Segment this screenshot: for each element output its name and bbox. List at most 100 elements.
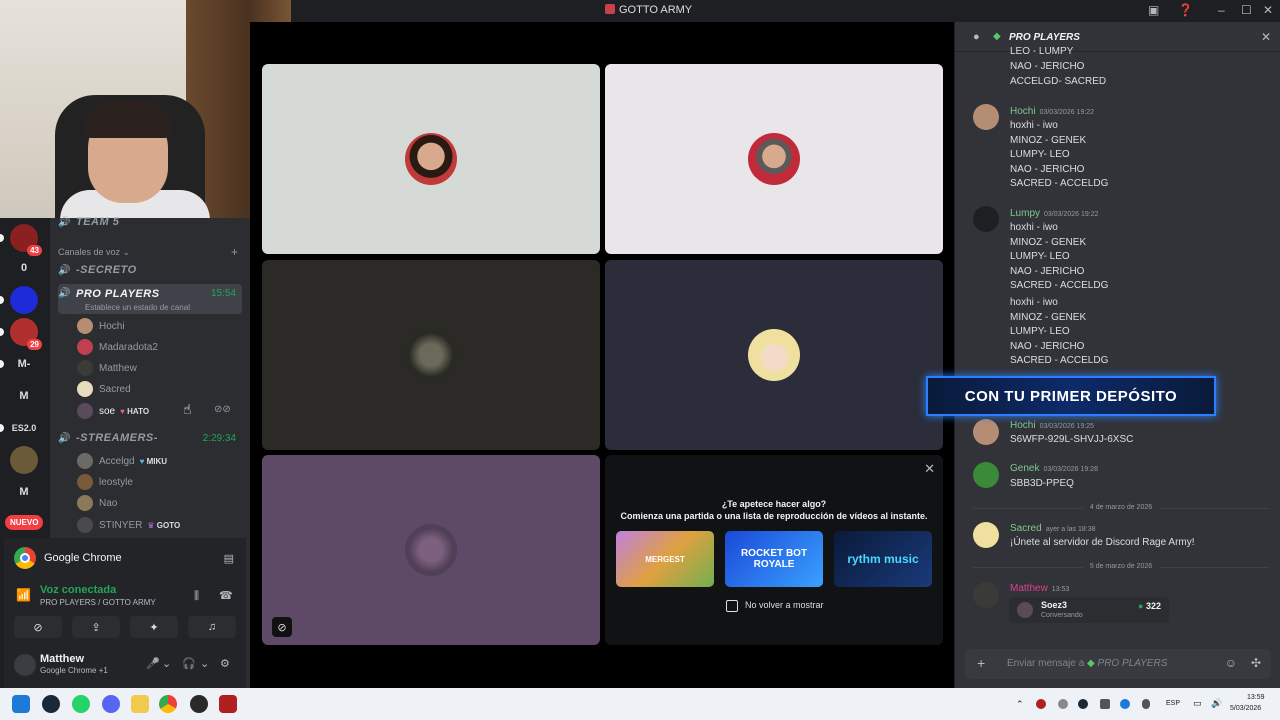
microphone-tray-icon[interactable] [1142, 699, 1150, 709]
voice-member[interactable]: Madaradota2 [77, 337, 158, 357]
inbox-icon[interactable]: ▣ [1148, 3, 1159, 17]
activity-card-rythm[interactable]: rythm music [834, 531, 932, 587]
voice-member[interactable]: Hochi [77, 316, 125, 336]
help-icon[interactable]: ❓ [1178, 3, 1193, 17]
avatar[interactable] [973, 419, 999, 445]
tray-icon[interactable] [1100, 699, 1110, 709]
participant-tile[interactable]: ⊘ [262, 455, 600, 645]
chrome-icon[interactable] [159, 695, 177, 713]
participant-tile[interactable] [605, 64, 943, 254]
server-icon-4[interactable]: 29 [10, 318, 42, 350]
clock-date[interactable]: 5/03/2026 [1230, 705, 1261, 712]
channel-pro-players[interactable]: 🔊 PRO PLAYERS 15:54 Establece un estado … [58, 284, 242, 314]
voice-location[interactable]: PRO PLAYERS / GOTTO ARMY [40, 598, 156, 607]
voice-member[interactable]: Accelgd ♥ MIKU [77, 451, 167, 471]
file-explorer-icon[interactable] [131, 695, 149, 713]
headphones-icon[interactable]: 🎧 [182, 657, 196, 670]
avatar[interactable] [973, 462, 999, 488]
server-icon-7[interactable]: ES2.0 [10, 414, 38, 442]
avatar[interactable] [973, 104, 999, 130]
tray-icon[interactable] [1036, 699, 1046, 709]
apps-icon[interactable]: ✣ [1251, 656, 1261, 670]
gear-icon[interactable]: ⚙ [220, 657, 230, 670]
add-attachment-icon[interactable]: + [977, 655, 985, 671]
obs-icon[interactable] [190, 695, 208, 713]
microphone-icon[interactable]: 🎤 [146, 657, 160, 670]
add-channel-icon[interactable]: + [231, 245, 238, 259]
minimize-icon[interactable]: – [1218, 3, 1225, 17]
voice-member[interactable]: STINYER ♛ GOTO [77, 515, 180, 535]
voice-status[interactable]: Voz conectada [40, 584, 116, 596]
volume-icon[interactable]: 🔊 [1211, 698, 1222, 709]
server-icon-2[interactable]: 0 [10, 254, 38, 282]
message-input[interactable]: + Enviar mensaje a ◆ PRO PLAYERS ☺ ✣ [965, 649, 1271, 679]
stream-source-bar[interactable]: Google Chrome ▤ [4, 538, 246, 578]
channel-status-hint[interactable]: Establece un estado de canal [85, 303, 190, 312]
message-author[interactable]: Matthew 13:53 [1010, 583, 1069, 594]
monitor-icon[interactable]: ▭ [1193, 698, 1202, 709]
activity-card-mergest[interactable]: MERGEST [616, 531, 714, 587]
signal-icon[interactable]: 📶 [16, 588, 31, 602]
screen-share-icon[interactable]: ▤ [224, 552, 234, 565]
voice-member[interactable]: Sacred [77, 379, 131, 399]
participant-tile[interactable] [262, 260, 600, 450]
avatar[interactable] [14, 654, 36, 676]
threads-icon[interactable]: ● [973, 31, 980, 43]
close-icon[interactable]: ✕ [1261, 30, 1271, 44]
server-icon-3[interactable] [10, 286, 38, 314]
share-screen-button[interactable]: ⇪ [72, 616, 120, 638]
camera-off-icon[interactable]: ⊘ [272, 617, 292, 637]
dota-icon[interactable] [219, 695, 237, 713]
camera-off-button[interactable]: ⊘ [14, 616, 62, 638]
voice-section-label[interactable]: Canales de voz ⌄ [58, 247, 130, 258]
avatar [77, 403, 93, 419]
voice-member[interactable]: soe ♥ HATO [77, 401, 149, 421]
server-icon-6[interactable]: M [10, 382, 38, 410]
channel-streamers[interactable]: 🔊 -STREAMERS- 2:29:34 [58, 428, 242, 448]
language-indicator[interactable]: ESP [1166, 700, 1180, 707]
clock-time[interactable]: 13:59 [1247, 694, 1265, 701]
voice-member[interactable]: Nao [77, 493, 117, 513]
participant-tile[interactable] [605, 260, 943, 450]
invite-card[interactable]: Soez3 Conversando ● 322 [1009, 597, 1169, 623]
dont-show-label[interactable]: No volver a mostrar [745, 600, 824, 610]
whatsapp-icon[interactable] [72, 695, 90, 713]
tray-icon[interactable] [1058, 699, 1068, 709]
message-author[interactable]: Lumpy 03/03/2026 19:22 [1010, 208, 1099, 219]
close-window-icon[interactable]: ✕ [1263, 3, 1273, 17]
soundboard-button[interactable]: ♫ [188, 616, 236, 638]
steam-icon[interactable] [42, 695, 60, 713]
emoji-icon[interactable]: ☺ [1225, 656, 1237, 670]
bluetooth-icon[interactable] [1120, 699, 1130, 709]
chevron-down-icon[interactable]: ⌄ [162, 657, 171, 670]
disconnect-icon[interactable]: ☎ [219, 589, 233, 602]
server-icon-1[interactable]: 43 [10, 224, 42, 256]
tray-icon[interactable] [1078, 699, 1088, 709]
channel-team5[interactable]: 🔊 TEAM 5 [58, 212, 242, 232]
voice-member[interactable]: Matthew [77, 358, 137, 378]
noise-suppression-icon[interactable]: ⫼ [194, 590, 199, 603]
activities-button[interactable]: ✦ [130, 616, 178, 638]
windows-start-icon[interactable] [12, 695, 30, 713]
server-icon-5[interactable]: M- [10, 350, 38, 378]
avatar[interactable] [973, 582, 999, 608]
chevron-down-icon[interactable]: ⌄ [200, 657, 209, 670]
message-author[interactable]: Genek 03/03/2026 19:28 [1010, 463, 1098, 474]
message-author[interactable]: Sacred ayer a las 18:38 [1010, 523, 1096, 534]
dont-show-checkbox[interactable] [726, 600, 738, 612]
avatar[interactable] [973, 206, 999, 232]
voice-member[interactable]: leostyle [77, 472, 133, 492]
close-icon[interactable]: ✕ [924, 461, 935, 477]
participant-tile[interactable] [262, 64, 600, 254]
server-icon-8[interactable] [10, 446, 38, 474]
user-name[interactable]: Matthew [40, 653, 84, 665]
activity-card-rocket-bot-royale[interactable]: ROCKET BOT ROYALE [725, 531, 823, 587]
chevron-up-icon[interactable]: ⌃ [1016, 699, 1024, 710]
server-icon-9[interactable]: M [10, 478, 38, 506]
avatar[interactable] [973, 522, 999, 548]
channel-secreto[interactable]: 🔊 -SECRETO [58, 260, 242, 280]
discord-icon[interactable] [102, 695, 120, 713]
message-author[interactable]: Hochi 03/03/2026 19:25 [1010, 420, 1094, 431]
maximize-icon[interactable]: ☐ [1241, 3, 1252, 17]
message-author[interactable]: Hochi 03/03/2026 19:22 [1010, 106, 1094, 117]
